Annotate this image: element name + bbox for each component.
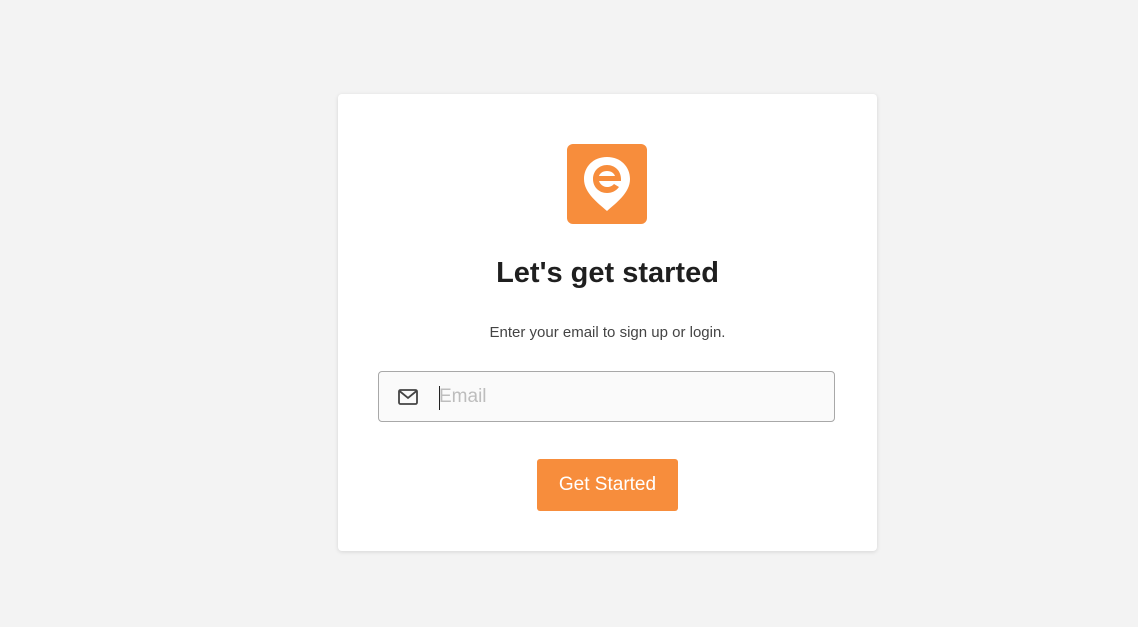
mail-icon [398,389,418,405]
location-pin-e-logo-icon [584,157,630,211]
page-title: Let's get started [496,257,719,289]
login-card: Let's get started Enter your email to si… [338,94,877,551]
email-input[interactable] [439,380,819,414]
get-started-button[interactable]: Get Started [537,459,678,511]
text-caret [439,386,440,410]
app-logo [567,144,647,224]
email-field[interactable] [378,371,835,422]
page-subtitle: Enter your email to sign up or login. [489,324,726,341]
